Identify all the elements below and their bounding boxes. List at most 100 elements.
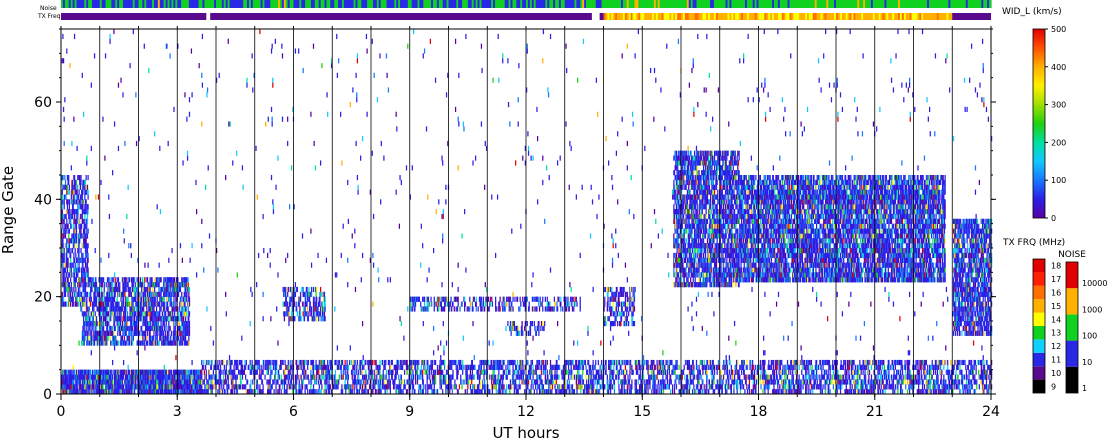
echo-cell — [167, 316, 169, 322]
echo-cell — [152, 306, 154, 312]
echo-cell — [82, 330, 85, 336]
echo-cell — [165, 321, 167, 327]
echo-cell — [188, 374, 191, 380]
echo-cell — [425, 364, 427, 370]
echo-cell — [126, 213, 128, 220]
echo-cell — [76, 301, 78, 307]
echo-cell — [108, 301, 110, 307]
echo-cell — [259, 369, 261, 375]
echo-cell — [288, 369, 290, 375]
echo-cell — [110, 374, 112, 380]
echo-cell — [149, 282, 151, 288]
echo-cell — [377, 364, 379, 370]
echo-cell — [144, 374, 147, 380]
echo-cell — [288, 311, 290, 317]
echo-cell — [430, 296, 432, 302]
echo-cell — [389, 359, 391, 366]
echo-cell — [349, 384, 351, 390]
echo-cell — [113, 330, 115, 336]
echo-cell — [433, 369, 435, 375]
echo-cell — [440, 340, 442, 346]
echo-cell — [110, 286, 112, 293]
echo-cell — [312, 286, 315, 293]
echo-cell — [106, 374, 108, 380]
echo-cell — [125, 277, 127, 283]
echo-cell — [147, 296, 149, 302]
echo-cell — [245, 364, 247, 370]
echo-cell — [181, 291, 183, 297]
echo-cell — [170, 369, 173, 375]
echo-cell — [73, 257, 76, 263]
echo-cell — [73, 272, 76, 278]
echo-cell — [278, 369, 280, 375]
echo-cell — [68, 286, 70, 293]
echo-cell — [379, 364, 381, 370]
echo-cell — [122, 92, 124, 98]
echo-cell — [97, 291, 99, 297]
echo-cell — [73, 369, 76, 375]
echo-cell — [78, 189, 80, 195]
echo-cell — [144, 291, 147, 297]
echo-cell — [110, 379, 112, 385]
echo-cell — [319, 301, 321, 307]
echo-cell — [65, 228, 67, 234]
echo-cell — [146, 277, 149, 283]
echo-cell — [203, 379, 205, 385]
echo-cell — [79, 286, 81, 293]
echo-cell — [379, 384, 381, 390]
echo-cell — [285, 364, 287, 370]
echo-cell — [355, 140, 357, 147]
echo-cell — [385, 53, 388, 59]
echo-cell — [191, 243, 193, 249]
echo-cell — [79, 277, 81, 283]
echo-cell — [433, 296, 435, 302]
echo-cell — [411, 165, 413, 171]
echo-cell — [81, 340, 83, 346]
echo-cell — [87, 228, 89, 234]
echo-cell — [124, 306, 127, 312]
echo-cell — [93, 53, 96, 59]
echo-cell — [187, 379, 189, 385]
echo-cell — [188, 291, 190, 297]
echo-cell — [123, 282, 125, 288]
echo-cell — [85, 325, 87, 332]
echo-cell — [304, 374, 306, 380]
echo-cell — [83, 335, 85, 341]
echo-cell — [105, 335, 107, 341]
echo-cell — [115, 335, 117, 341]
echo-cell — [95, 335, 98, 341]
echo-cell — [152, 325, 154, 332]
echo-cell — [257, 364, 259, 370]
echo-cell — [291, 369, 293, 375]
echo-cell — [82, 301, 84, 307]
echo-cell — [173, 379, 175, 385]
echo-cell — [318, 316, 320, 322]
echo-cell — [64, 291, 67, 297]
echo-cell — [186, 277, 188, 283]
echo-cell — [299, 364, 301, 370]
echo-cell — [269, 379, 271, 385]
echo-cell — [270, 316, 272, 322]
echo-cell — [427, 306, 430, 312]
echo-cell — [87, 252, 89, 259]
echo-cell — [104, 330, 107, 336]
echo-cell — [272, 77, 274, 83]
echo-cell — [363, 379, 365, 385]
echo-cell — [300, 359, 302, 366]
echo-cell — [126, 296, 128, 302]
echo-cell — [165, 384, 167, 390]
echo-cell — [177, 335, 180, 341]
echo-cell — [75, 267, 77, 273]
echo-cell — [113, 29, 115, 35]
echo-cell — [80, 213, 82, 220]
echo-cell — [64, 213, 66, 220]
echo-cell — [68, 369, 70, 375]
echo-cell — [131, 277, 133, 283]
echo-cell — [367, 379, 369, 385]
echo-cell — [79, 194, 81, 200]
echo-cell — [63, 252, 65, 259]
echo-cell — [88, 291, 91, 297]
echo-cell — [433, 248, 435, 254]
echo-cell — [161, 286, 163, 293]
echo-cell — [346, 359, 348, 366]
